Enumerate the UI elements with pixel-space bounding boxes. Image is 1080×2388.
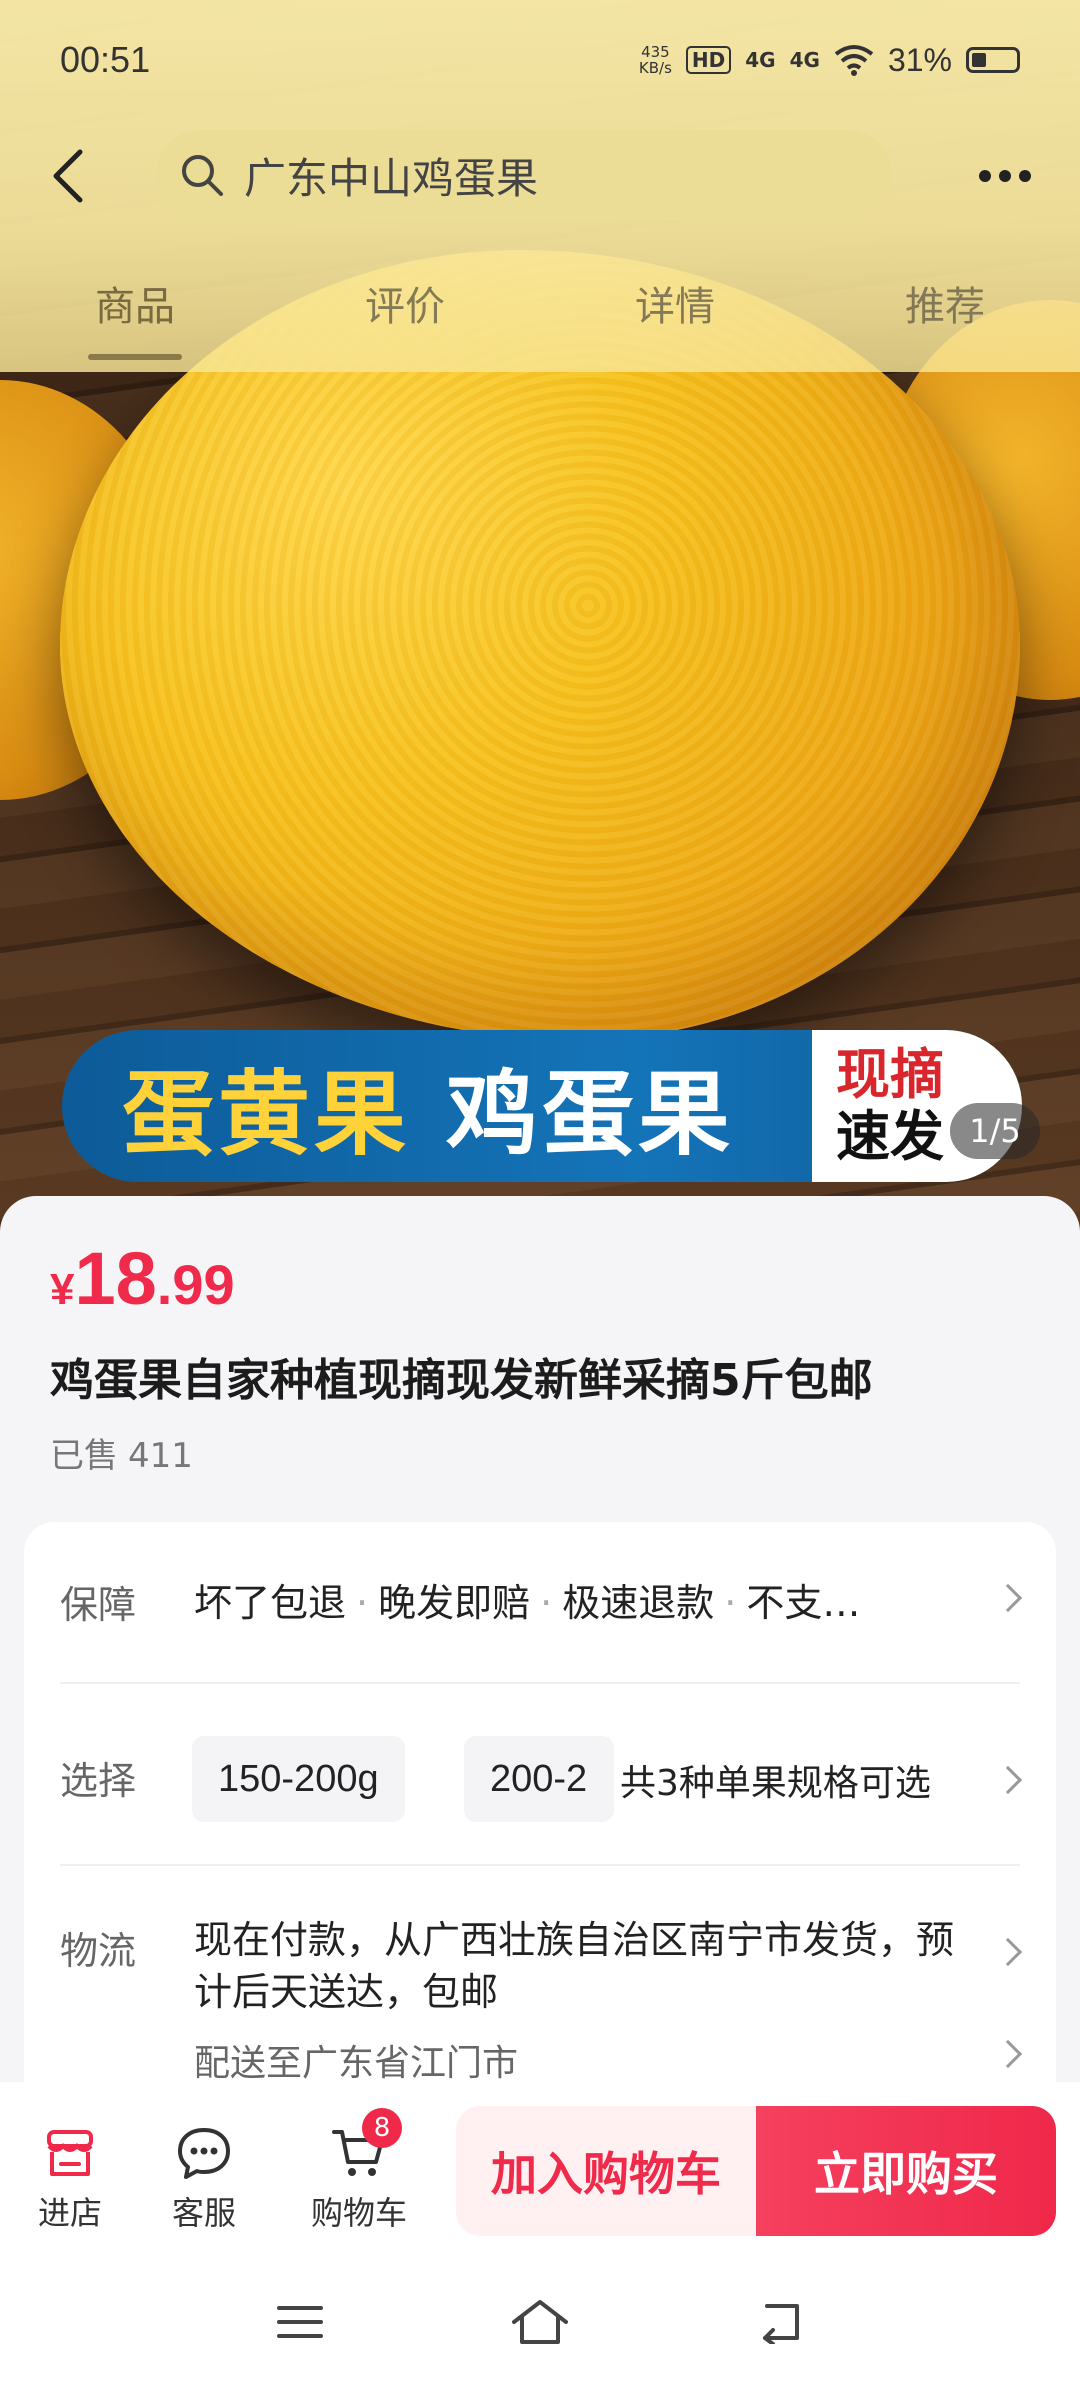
product-tabs: 商品 评价 详情 推荐: [0, 262, 1080, 372]
menu-icon: [277, 2306, 323, 2338]
guarantee-item: 不支…: [746, 1581, 861, 1625]
dot-separator: ·: [540, 1581, 553, 1625]
add-to-cart-button[interactable]: 加入购物车: [456, 2106, 756, 2236]
product-image-banner: 蛋黄果 鸡蛋果 现摘 速发: [62, 1030, 1022, 1182]
service-label: 客服: [171, 2194, 236, 2232]
image-counter: 1/5: [950, 1103, 1040, 1159]
home-icon: [512, 2300, 568, 2344]
ship-to-address[interactable]: 配送至广东省江门市: [194, 2034, 518, 2086]
battery-icon: [966, 47, 1020, 73]
logistics-row[interactable]: 物流 现在付款，从广西壮族自治区南宁市发货，预计后天送达，包邮 配送至广东省江门…: [24, 1864, 1056, 2104]
back-icon: [763, 2304, 799, 2344]
system-menu-button[interactable]: [260, 2292, 340, 2352]
battery-percent: 31%: [887, 41, 952, 78]
logistics-text: 现在付款，从广西壮族自治区南宁市发货，预计后天送达，包邮: [194, 1918, 955, 2014]
search-input[interactable]: 广东中山鸡蛋果: [156, 130, 892, 220]
chevron-right-icon: [993, 1765, 1023, 1795]
dot-separator: ·: [724, 1581, 737, 1625]
store-icon: [47, 2130, 93, 2176]
spec-option[interactable]: 150-200g: [192, 1736, 405, 1822]
more-dot-icon: [999, 170, 1011, 182]
tab-product[interactable]: 商品: [0, 262, 270, 362]
search-query: 广东中山鸡蛋果: [244, 153, 539, 203]
chevron-left-icon: [53, 149, 83, 203]
header-overlay: 00:51 435 KB/s HD 4G 4G 31% 广东中山鸡蛋果 商品 评…: [0, 0, 1080, 372]
guarantee-item: 晚发即赔: [378, 1581, 531, 1625]
guarantee-items: 坏了包退 · 晚发即赔 · 极速退款 · 不支…: [194, 1572, 860, 1627]
back-button[interactable]: [48, 128, 138, 224]
select-label: 选择: [60, 1759, 137, 1803]
guarantee-label: 保障: [60, 1583, 137, 1627]
spec-option[interactable]: 200-2: [464, 1736, 614, 1822]
spec-select-row[interactable]: 选择 150-200g 200-2 共3种单果规格可选: [24, 1682, 1056, 1864]
banner-text-white: 鸡蛋果: [446, 1060, 735, 1168]
banner-text-yellow: 蛋黄果: [122, 1060, 411, 1168]
signal-icon-2: 4G: [789, 48, 820, 72]
price-integer: 18: [74, 1237, 157, 1320]
top-nav: 广东中山鸡蛋果: [0, 128, 1080, 224]
product-title: 鸡蛋果自家种植现摘现发新鲜采摘5斤包邮: [50, 1355, 873, 1406]
status-icons: 435 KB/s HD 4G 4G 31%: [639, 42, 1020, 79]
cart-button[interactable]: 8 购物车: [294, 2108, 424, 2234]
shop-button[interactable]: 进店: [10, 2124, 130, 2234]
cart-badge: 8: [362, 2108, 402, 2148]
status-bar: 00:51 435 KB/s HD 4G 4G 31%: [0, 0, 1080, 120]
net-speed-unit: KB/s: [638, 59, 672, 77]
chat-icon: [178, 2128, 230, 2179]
guarantee-row[interactable]: 保障 坏了包退 · 晚发即赔 · 极速退款 · 不支…: [24, 1522, 1056, 1682]
guarantee-item: 坏了包退: [194, 1581, 347, 1625]
chevron-right-icon: [993, 1937, 1023, 1967]
dot-separator: ·: [356, 1581, 369, 1625]
price-decimal: .99: [156, 1253, 235, 1316]
customer-service-button[interactable]: 客服: [144, 2124, 264, 2234]
tab-reviews[interactable]: 评价: [270, 262, 540, 362]
sold-count: 已售 411: [50, 1428, 193, 1477]
spec-summary: 共3种单果规格可选: [620, 1754, 931, 1806]
tab-details[interactable]: 详情: [540, 262, 810, 362]
chevron-right-icon: [993, 2039, 1023, 2069]
banner-tag-bottom: 速发: [836, 1105, 944, 1168]
guarantee-item: 极速退款: [562, 1581, 715, 1625]
hd-icon: HD: [685, 46, 732, 74]
product-price: ¥18.99: [50, 1236, 235, 1321]
more-options-button[interactable]: [970, 146, 1040, 206]
banner-tag-top: 现摘: [836, 1043, 944, 1106]
tab-recommend[interactable]: 推荐: [810, 262, 1080, 362]
net-speed-value: 435: [641, 43, 670, 61]
shop-label: 进店: [37, 2194, 102, 2232]
cart-label: 购物车: [310, 2194, 407, 2232]
system-back-button[interactable]: [740, 2292, 820, 2352]
bottom-action-bar: 进店 客服 8 购物车 加入购物车 立即购买: [0, 2082, 1080, 2262]
buy-now-button[interactable]: 立即购买: [756, 2106, 1056, 2236]
chevron-right-icon: [993, 1583, 1023, 1613]
sold-label: 已售: [50, 1436, 118, 1476]
sold-value: 411: [128, 1436, 193, 1476]
net-speed: 435 KB/s: [639, 44, 672, 76]
logistics-label: 物流: [60, 1929, 137, 1973]
wifi-icon: [834, 45, 874, 76]
status-time: 00:51: [60, 39, 151, 80]
more-dot-icon: [979, 170, 991, 182]
signal-icon-1: 4G: [745, 48, 776, 72]
price-currency: ¥: [50, 1265, 75, 1314]
search-icon: [182, 155, 223, 196]
system-home-button[interactable]: [500, 2292, 580, 2352]
system-navigation-bar: [0, 2262, 1080, 2388]
more-dot-icon: [1019, 170, 1031, 182]
